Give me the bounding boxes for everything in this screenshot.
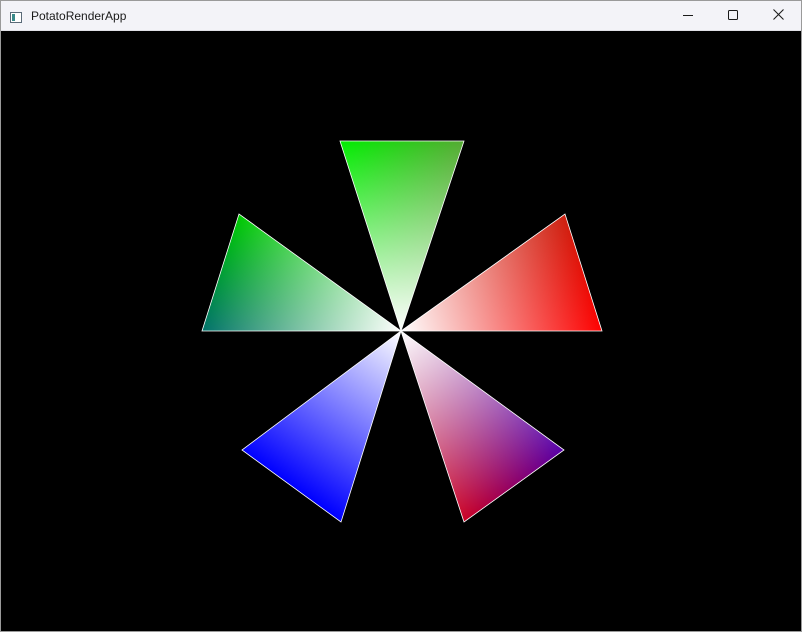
- maximize-icon: [728, 7, 738, 25]
- triangle-lower-left: [241, 329, 402, 523]
- close-button[interactable]: [755, 1, 801, 31]
- close-icon: [772, 7, 784, 25]
- maximize-button[interactable]: [710, 1, 756, 31]
- render-viewport[interactable]: [1, 31, 801, 631]
- minimize-icon: [683, 7, 693, 25]
- app-window: PotatoRenderApp: [0, 0, 802, 632]
- app-window-icon: [10, 10, 22, 23]
- triangle-lower-right: [400, 329, 565, 523]
- minimize-button[interactable]: [665, 1, 711, 31]
- window-title: PotatoRenderApp: [31, 9, 127, 23]
- title-bar[interactable]: PotatoRenderApp: [1, 1, 801, 31]
- triangle-lower-right-shade: [400, 329, 565, 523]
- triangle-lower-left-shade: [241, 329, 402, 523]
- render-canvas: [1, 31, 801, 631]
